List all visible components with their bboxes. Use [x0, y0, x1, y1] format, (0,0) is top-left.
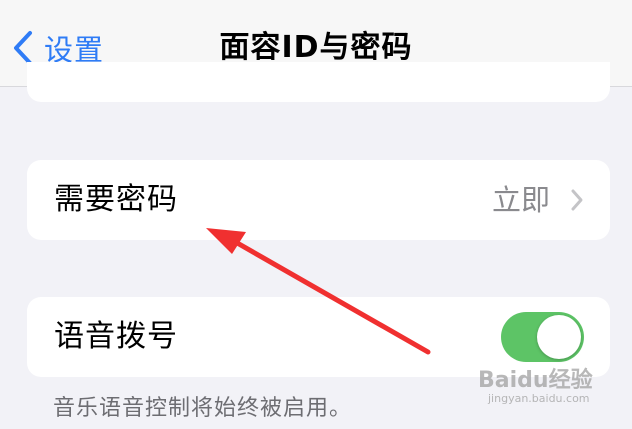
voice-dial-label: 语音拨号: [54, 319, 178, 354]
require-passcode-row[interactable]: 需要密码 立即: [27, 160, 610, 240]
baidu-watermark: Baidu经验 jingyan.baidu.com: [478, 362, 593, 405]
watermark-text: Baidu经验: [478, 368, 593, 393]
require-passcode-label: 需要密码: [54, 182, 178, 217]
toggle-knob: [537, 315, 581, 359]
require-passcode-value: 立即: [491, 183, 550, 217]
chevron-right-icon: [570, 188, 584, 216]
voice-control-footer-note: 音乐语音控制将始终被启用。: [53, 396, 353, 421]
voice-dial-toggle[interactable]: [501, 312, 584, 362]
watermark-subtext: jingyan.baidu.com: [488, 392, 590, 405]
previous-settings-group: [27, 62, 610, 102]
